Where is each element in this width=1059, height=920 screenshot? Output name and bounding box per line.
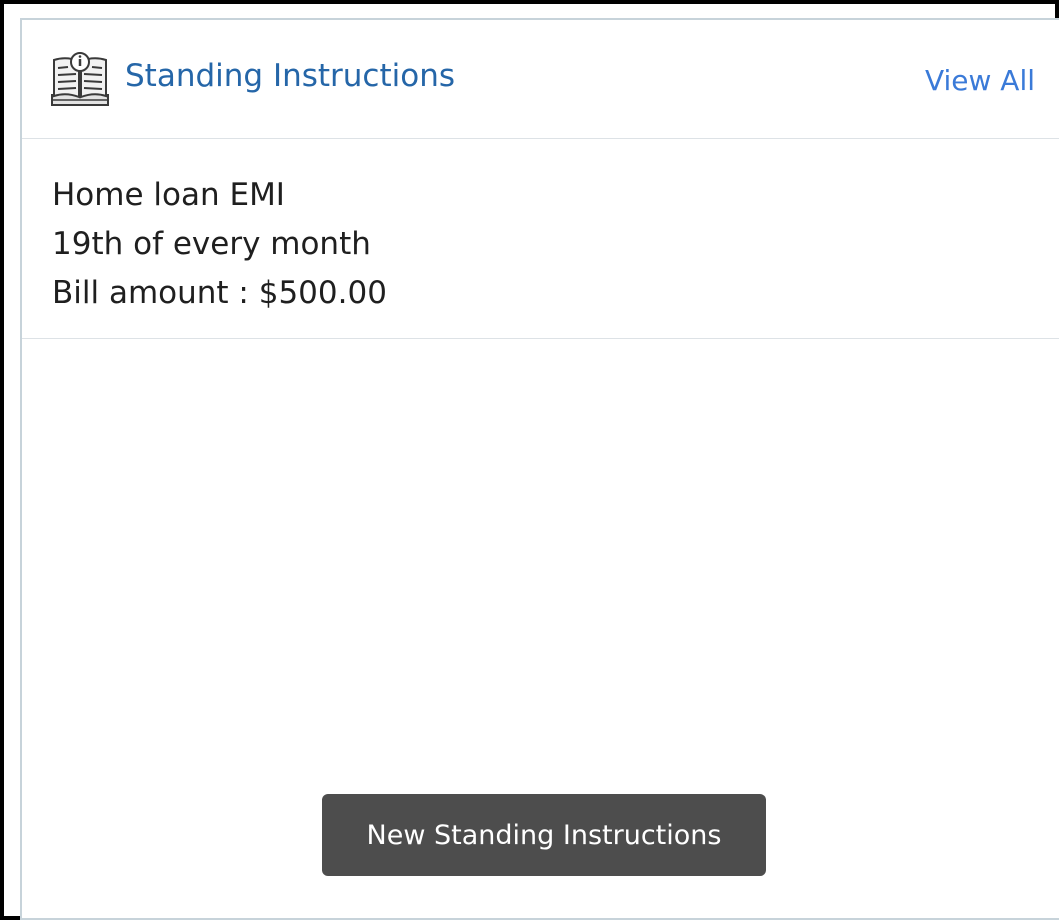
instruction-schedule: 19th of every month: [52, 226, 371, 262]
instruction-name: Home loan EMI: [52, 177, 285, 213]
view-all-link[interactable]: View All: [925, 62, 1035, 100]
standing-instructions-card: Standing Instructions View All Home loan…: [20, 18, 1059, 920]
instruction-amount: Bill amount : $500.00: [52, 275, 387, 311]
card-title: Standing Instructions: [125, 58, 456, 94]
card-header: Standing Instructions View All: [22, 20, 1059, 139]
instruction-book-icon: [48, 50, 112, 110]
screenshot-frame: Standing Instructions View All Home loan…: [0, 0, 1059, 920]
list-item[interactable]: Home loan EMI 19th of every month Bill a…: [22, 139, 1059, 339]
instruction-details: Home loan EMI 19th of every month Bill a…: [52, 171, 387, 318]
new-standing-instructions-button[interactable]: New Standing Instructions: [322, 794, 766, 876]
